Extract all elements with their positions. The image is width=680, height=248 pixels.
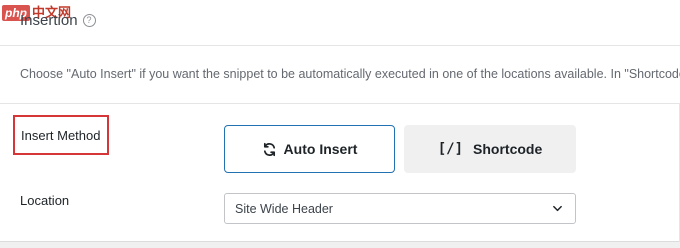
section-title: Insertion (20, 12, 78, 29)
help-icon[interactable]: ? (82, 14, 96, 27)
divider (0, 45, 680, 46)
insertion-panel: php 中文网 Insertion ? Choose "Auto Insert"… (0, 0, 680, 242)
divider (0, 103, 680, 104)
insertion-description: Choose "Auto Insert" if you want the sni… (20, 67, 680, 81)
insert-method-label: Insert Method (13, 115, 109, 155)
insert-method-label-text: Insert Method (21, 127, 101, 143)
location-select[interactable]: Site Wide Header (224, 193, 576, 224)
shortcode-label: Shortcode (473, 141, 543, 157)
auto-insert-label: Auto Insert (283, 141, 358, 157)
location-selected-value: Site Wide Header (235, 201, 333, 216)
location-label: Location (20, 193, 70, 208)
section-header: Insertion ? (20, 12, 96, 29)
auto-insert-button[interactable]: Auto Insert (224, 125, 395, 173)
chevron-down-icon (552, 203, 563, 217)
page: php 中文网 Insertion ? Choose "Auto Insert"… (0, 0, 680, 248)
shortcode-icon: [/] (437, 141, 464, 157)
shortcode-button[interactable]: [/] Shortcode (404, 125, 576, 173)
sync-icon (262, 142, 277, 157)
